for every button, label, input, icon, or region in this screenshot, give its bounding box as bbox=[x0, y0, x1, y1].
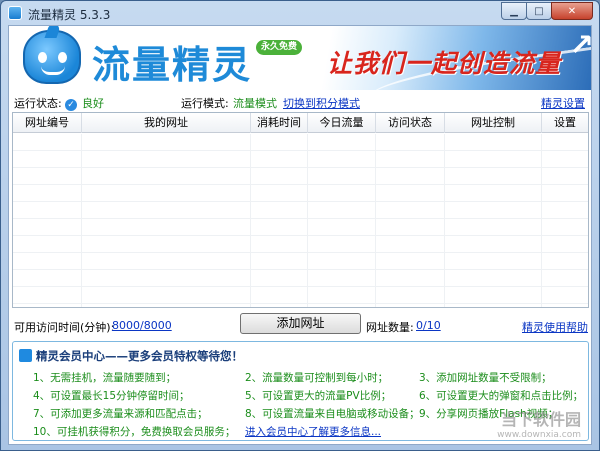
title-bar[interactable]: 流量精灵 5.3.3 ▁ □ ✕ bbox=[1, 1, 599, 25]
member-header-text: 精灵会员中心——更多会员特权等待您！ bbox=[36, 349, 243, 363]
col-url-control[interactable]: 网址控制 bbox=[445, 113, 542, 133]
switch-mode-link[interactable]: 切换到积分模式 bbox=[283, 95, 360, 111]
close-button[interactable]: ✕ bbox=[551, 2, 593, 20]
col-my-url[interactable]: 我的网址 bbox=[82, 113, 251, 133]
brand-title: 流量精灵 bbox=[92, 43, 253, 87]
slogan: 让我们一起创造流量 bbox=[327, 49, 562, 78]
member-more-link[interactable]: 进入会员中心了解更多信息... bbox=[245, 424, 381, 439]
member-icon bbox=[19, 349, 32, 362]
url-count-label: 网址数量: bbox=[366, 321, 414, 334]
watermark-text: 当下软件园 bbox=[500, 410, 581, 429]
minimize-icon: ▁ bbox=[510, 5, 518, 17]
run-state-label: 运行状态: bbox=[14, 97, 62, 110]
table-body[interactable] bbox=[13, 134, 588, 307]
feature-item: 10、可挂机获得积分，免费换取会员服务； bbox=[33, 426, 236, 438]
watermark: 当下软件园 www.downxia.com bbox=[497, 406, 581, 440]
controls-row: 可用访问时间(分钟): 8000/8000 添加网址 网址数量: 0/10 精灵… bbox=[9, 311, 591, 337]
banner: 流量精灵 永久免费 让我们一起创造流量 ↗ bbox=[9, 26, 591, 90]
member-header: 精灵会员中心——更多会员特权等待您！ bbox=[19, 348, 243, 364]
add-url-button[interactable]: 添加网址 bbox=[240, 313, 361, 334]
free-badge: 永久免费 bbox=[256, 40, 303, 55]
run-state-icon: ✓ bbox=[65, 95, 77, 111]
run-mode-value: 流量模式 bbox=[233, 97, 277, 110]
time-value-link[interactable]: 8000/8000 bbox=[112, 319, 172, 332]
app-icon bbox=[8, 6, 22, 20]
feature-item: 6、可设置更大的弹窗和点击比例； bbox=[419, 390, 584, 402]
url-table: 网址编号 我的网址 消耗时间 今日流量 访问状态 网址控制 设置 bbox=[12, 112, 589, 308]
table-header: 网址编号 我的网址 消耗时间 今日流量 访问状态 网址控制 设置 bbox=[13, 113, 588, 133]
window-controls: ▁ □ ✕ bbox=[501, 2, 593, 20]
col-settings[interactable]: 设置 bbox=[542, 113, 588, 133]
feature-item: 7、可添加更多流量来源和匹配点击； bbox=[33, 408, 208, 420]
feature-item: 5、可设置更大的流量PV比例； bbox=[245, 390, 392, 402]
watermark-url: www.downxia.com bbox=[497, 430, 581, 440]
time-label: 可用访问时间(分钟): bbox=[14, 321, 115, 334]
col-time-spent[interactable]: 消耗时间 bbox=[251, 113, 308, 133]
feature-item: 3、添加网址数量不受限制； bbox=[419, 372, 552, 384]
col-today-traffic[interactable]: 今日流量 bbox=[308, 113, 376, 133]
feature-item: 4、可设置最长15分钟停留时间； bbox=[33, 390, 190, 402]
col-url-id[interactable]: 网址编号 bbox=[13, 113, 82, 133]
client-area: 流量精灵 永久免费 让我们一起创造流量 ↗ 运行状态: ✓ 良好 运行模式: 流… bbox=[8, 25, 592, 445]
mascot-logo-icon bbox=[23, 26, 81, 84]
feature-item: 8、可设置流量来自电脑或移动设备； bbox=[245, 408, 420, 420]
app-window: 流量精灵 5.3.3 ▁ □ ✕ 流量精灵 永久免费 让我们一起创造流量 ↗ 运… bbox=[0, 0, 600, 451]
run-mode-label: 运行模式: bbox=[181, 97, 229, 110]
help-link[interactable]: 精灵使用帮助 bbox=[522, 319, 588, 335]
url-count-value[interactable]: 0/10 bbox=[416, 319, 441, 332]
maximize-icon: □ bbox=[534, 5, 544, 17]
feature-item: 1、无需挂机，流量随要随到； bbox=[33, 372, 177, 384]
status-bar: 运行状态: ✓ 良好 运行模式: 流量模式 切换到积分模式 精灵设置 bbox=[9, 90, 591, 112]
settings-link[interactable]: 精灵设置 bbox=[541, 95, 585, 111]
minimize-button[interactable]: ▁ bbox=[501, 2, 527, 20]
run-state-value: 良好 bbox=[82, 97, 104, 110]
feature-item: 2、流量数量可控制到每小时； bbox=[245, 372, 389, 384]
col-visit-status[interactable]: 访问状态 bbox=[376, 113, 445, 133]
close-icon: ✕ bbox=[567, 5, 577, 17]
maximize-button[interactable]: □ bbox=[526, 2, 552, 20]
arrow-up-icon: ↗ bbox=[569, 28, 591, 63]
window-title: 流量精灵 5.3.3 bbox=[28, 8, 111, 22]
